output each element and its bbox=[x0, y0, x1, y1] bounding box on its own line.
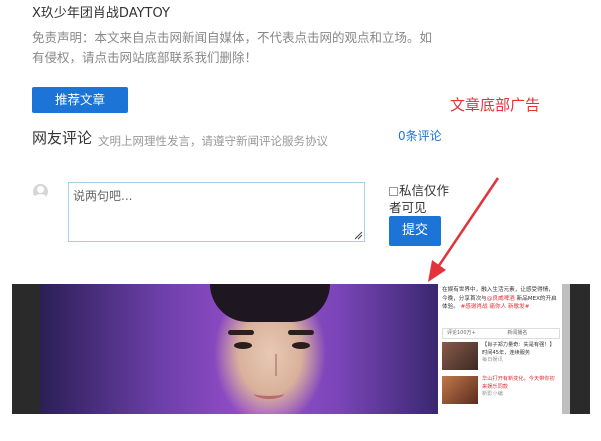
ad-scrollbar[interactable] bbox=[562, 284, 570, 414]
resize-grip-icon[interactable] bbox=[354, 231, 363, 240]
disclaimer-text: 免责声明：本文来自点击网新闻自媒体，不代表点击网的观点和立场。如有侵权，请点击网… bbox=[32, 30, 433, 65]
ad-photo bbox=[40, 284, 438, 414]
comment-input[interactable]: 说两句吧... bbox=[68, 182, 365, 242]
ad-tab-bar: 评论100万+ 新闻播名 bbox=[442, 328, 560, 339]
comments-title: 网友评论 bbox=[32, 129, 93, 147]
private-checkbox[interactable] bbox=[389, 187, 398, 196]
ad-sidebar-text: 在娱有世界中，融入生活元素，让感受得情，今晚，分享首次与@良威啤酒 新品MEX的… bbox=[442, 287, 557, 310]
comments-hint: 文明上网理性发言，请遵守新闻评论服务协议 bbox=[98, 131, 338, 151]
article-bottom-ad-label: 文章底部广告 bbox=[450, 96, 541, 114]
red-arrow-icon bbox=[428, 177, 500, 282]
ad-screenshot[interactable]: 在娱有世界中，融入生活元素，让感受得情，今晚，分享首次与@良威啤酒 新品MEX的… bbox=[12, 284, 590, 414]
comments-hint-text: 文明上网理性发言，请遵守新闻评论服务协议 bbox=[98, 134, 328, 148]
comment-placeholder: 说两句吧... bbox=[73, 189, 133, 203]
user-avatar-icon bbox=[33, 184, 48, 199]
ad-item-1: 【肖子郑力量奇：失是有强！】时间45年，连续服务 每日娱讯 bbox=[482, 342, 555, 363]
ad-thumb-1 bbox=[442, 342, 478, 370]
recommend-article-button[interactable]: 推荐文章 bbox=[32, 87, 128, 113]
ad-sidebar: 在娱有世界中，融入生活元素，让感受得情，今晚，分享首次与@良威啤酒 新品MEX的… bbox=[438, 284, 562, 414]
comment-count-link[interactable]: 0条评论 bbox=[398, 127, 442, 144]
ad-thumb-2 bbox=[442, 376, 478, 404]
ad-item-2: 华山打开有新变化，今天带你初来娱乐同款 新影小编 bbox=[482, 376, 555, 397]
article-title-fragment: X玖少年团肖战DAYTOY bbox=[32, 6, 170, 21]
